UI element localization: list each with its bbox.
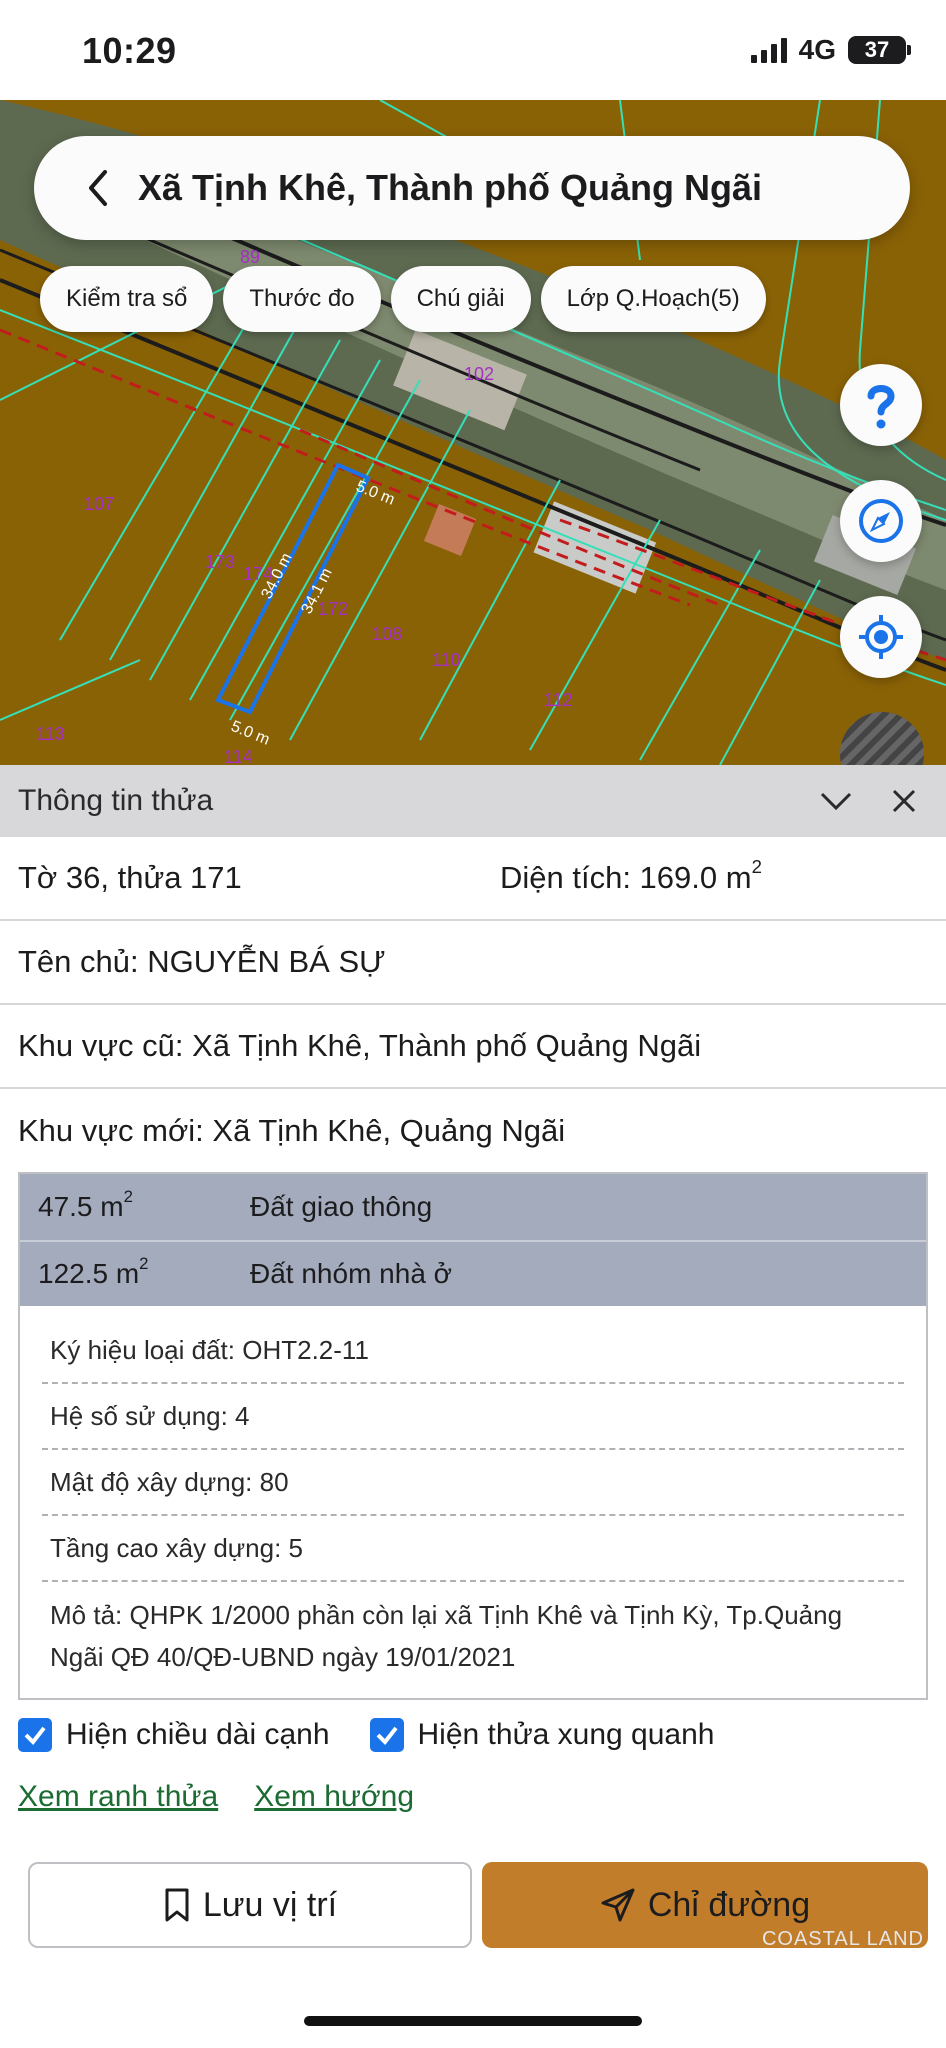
- parcel-links: Xem ranh thửa Xem hướng: [18, 1780, 414, 1814]
- parcel-label: 113: [36, 724, 65, 744]
- old-area: Khu vực cũ: Xã Tịnh Khê, Thành phố Quảng…: [18, 1028, 702, 1063]
- land-use-type: Đất nhóm nhà ở: [250, 1258, 453, 1289]
- parcel-label: 89: [240, 247, 260, 267]
- parcel-id-row: Tờ 36, thửa 171 Diện tích: 169.0 m2: [0, 837, 946, 921]
- back-icon[interactable]: [58, 136, 138, 240]
- ruler-chip[interactable]: Thước đo: [223, 266, 381, 332]
- help-button[interactable]: [840, 364, 922, 446]
- collapse-button[interactable]: [818, 783, 854, 819]
- question-icon: [867, 385, 895, 429]
- locate-icon: [859, 615, 903, 659]
- building-density: Mật độ xây dựng: 80: [42, 1450, 904, 1516]
- parcel-label: 174: [243, 564, 273, 584]
- view-boundary-link[interactable]: Xem ranh thửa: [18, 1780, 218, 1814]
- chevron-down-icon: [820, 792, 852, 811]
- bookmark-icon: [165, 1888, 189, 1922]
- battery-icon: 37: [848, 36, 911, 64]
- legend-chip[interactable]: Chú giải: [390, 266, 531, 332]
- parcel-label: 107: [84, 494, 114, 514]
- check-title-chip[interactable]: Kiểm tra sổ: [40, 266, 214, 332]
- land-use-table: 47.5 m2 Đất giao thông 122.5 m2 Đất nhóm…: [18, 1172, 928, 1700]
- new-area-row: Khu vực mới: Xã Tịnh Khê, Quảng Ngãi: [0, 1089, 946, 1173]
- close-button[interactable]: [886, 783, 922, 819]
- parcel-label: 108: [372, 624, 402, 644]
- parcel-label: 112: [544, 690, 573, 710]
- land-use-row[interactable]: 122.5 m2 Đất nhóm nhà ở: [20, 1240, 926, 1306]
- planning-layers-chip[interactable]: Lớp Q.Hoạch(5): [540, 266, 766, 332]
- parcel-label: 102: [464, 364, 494, 384]
- land-use-type: Đất giao thông: [250, 1191, 433, 1222]
- area-value: Diện tích: 169.0 m2: [500, 855, 762, 895]
- owner-name: Tên chủ: NGUYỄN BÁ SỰ: [18, 944, 386, 979]
- map-toolbar: Kiểm tra sổ Thước đo Chú giải Lớp Q.Hoạc…: [40, 266, 766, 332]
- display-options: Hiện chiều dài cạnh Hiện thửa xung quanh: [18, 1718, 754, 1752]
- old-area-row: Khu vực cũ: Xã Tịnh Khê, Thành phố Quảng…: [0, 1005, 946, 1089]
- directions-label: Chỉ đường: [647, 1885, 811, 1924]
- close-icon: [892, 789, 916, 813]
- land-use-area: 47.5 m2: [38, 1187, 133, 1222]
- network-type: 4G: [798, 34, 836, 65]
- parcel-label: 114: [224, 747, 253, 765]
- sheet-parcel: Tờ 36, thửa 171: [18, 860, 242, 895]
- planning-description: Mô tả: QHPK 1/2000 phần còn lại xã Tịnh …: [50, 1600, 843, 1672]
- my-location-button[interactable]: [840, 596, 922, 678]
- info-panel-header: Thông tin thửa: [0, 765, 946, 837]
- save-location-label: Lưu vị trí: [202, 1885, 338, 1924]
- building-height: Tầng cao xây dựng: 5: [42, 1516, 904, 1582]
- dimension-bottom: 5.0 m: [229, 718, 272, 749]
- location-title: Xã Tịnh Khê, Thành phố Quảng Ngãi: [138, 167, 762, 208]
- checkbox-checked-icon[interactable]: [18, 1718, 52, 1752]
- selected-parcel[interactable]: [215, 462, 371, 715]
- neighbors-label: Hiện thửa xung quanh: [417, 1718, 715, 1751]
- neighbors-checkbox[interactable]: Hiện thửa xung quanh: [369, 1718, 715, 1752]
- land-use-area: 122.5 m2: [38, 1254, 149, 1289]
- land-use-row[interactable]: 47.5 m2 Đất giao thông: [20, 1174, 926, 1240]
- send-icon: [601, 1888, 635, 1922]
- usage-coefficient: Hệ số sử dụng: 4: [42, 1384, 904, 1450]
- compass-button[interactable]: [840, 480, 922, 562]
- status-time: 10:29: [82, 30, 177, 71]
- home-indicator[interactable]: [304, 2016, 642, 2026]
- status-indicators: 4G 37: [750, 34, 911, 66]
- owner-row: Tên chủ: NGUYỄN BÁ SỰ: [0, 921, 946, 1005]
- edge-length-checkbox[interactable]: Hiện chiều dài cạnh: [18, 1718, 330, 1752]
- parcel-label: 110: [432, 650, 461, 670]
- land-symbol: Ký hiệu loại đất: OHT2.2-11: [42, 1318, 904, 1384]
- save-location-button[interactable]: Lưu vị trí: [28, 1862, 472, 1948]
- watermark: COASTAL LAND: [761, 1928, 924, 1950]
- signal-icon: [750, 37, 787, 63]
- location-bar[interactable]: Xã Tịnh Khê, Thành phố Quảng Ngãi: [34, 136, 910, 240]
- battery-level: 37: [864, 37, 890, 62]
- checkbox-checked-icon[interactable]: [369, 1718, 404, 1752]
- parcel-label: 173: [205, 552, 235, 572]
- new-area: Khu vực mới: Xã Tịnh Khê, Quảng Ngãi: [18, 1113, 566, 1148]
- compass-icon: [859, 499, 903, 543]
- panel-title: Thông tin thửa: [18, 784, 214, 817]
- parcel-label: 172: [318, 599, 348, 619]
- status-bar: 10:29 4G 37: [0, 0, 946, 100]
- view-direction-link[interactable]: Xem hướng: [254, 1780, 414, 1814]
- edge-length-label: Hiện chiều dài cạnh: [66, 1718, 330, 1751]
